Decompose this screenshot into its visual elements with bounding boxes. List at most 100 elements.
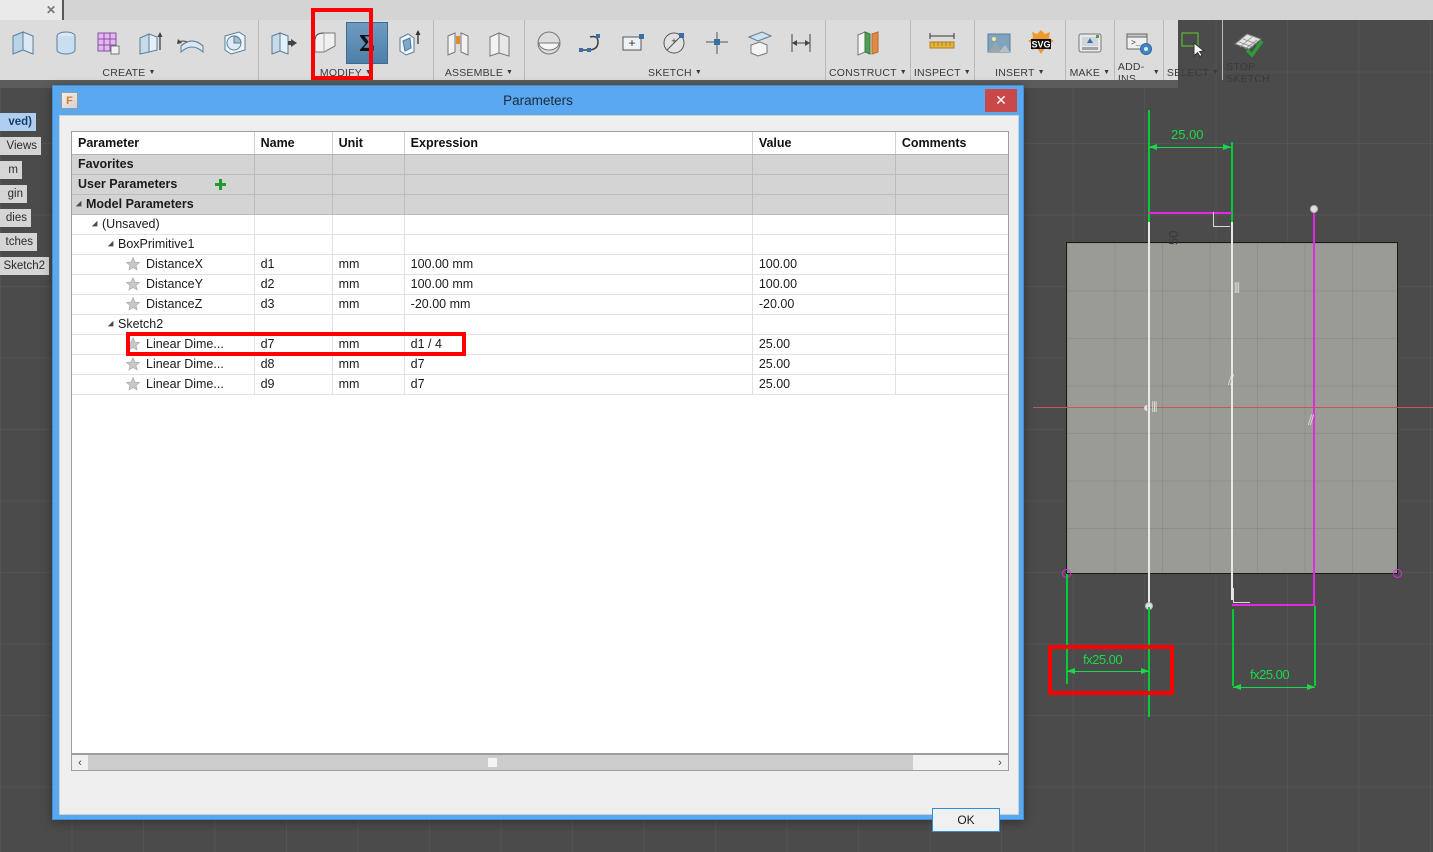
cell-comments[interactable] <box>895 194 1008 215</box>
column-header-expression[interactable]: Expression <box>404 132 753 155</box>
table-row[interactable]: Linear Dime... d7 mm d1 / 4 25.00 <box>72 334 1008 355</box>
favorite-star-icon[interactable] <box>126 257 140 272</box>
cell-name[interactable] <box>254 174 333 195</box>
ok-button[interactable]: OK <box>932 808 1000 832</box>
cell-parameter[interactable]: Linear Dime... <box>72 334 255 355</box>
browser-item-3[interactable]: gin <box>0 185 27 203</box>
3d-print-icon[interactable] <box>1069 22 1111 64</box>
point-icon[interactable] <box>696 22 738 64</box>
cell-value[interactable] <box>752 314 896 335</box>
coincident-constraint-icon[interactable]: ◐⫴ <box>1143 400 1157 414</box>
cell-expression[interactable] <box>404 154 753 175</box>
close-icon[interactable]: ✕ <box>46 3 56 17</box>
cell-expression[interactable]: -20.00 mm <box>404 294 753 315</box>
joint-icon[interactable] <box>479 22 521 64</box>
scrollbar-grip[interactable] <box>488 758 497 767</box>
chevron-down-icon[interactable]: ▼ <box>900 69 907 76</box>
perpendicular-constraint-icon-bottom[interactable] <box>1233 588 1250 603</box>
chevron-down-icon[interactable]: ▼ <box>1153 69 1160 76</box>
select-cursor-icon[interactable] <box>1172 22 1214 64</box>
cell-expression[interactable] <box>404 214 753 235</box>
cell-parameter[interactable]: DistanceY <box>72 274 255 295</box>
cell-name[interactable]: d3 <box>254 294 333 315</box>
column-header-comments[interactable]: Comments <box>895 132 1008 155</box>
cell-name[interactable] <box>254 194 333 215</box>
rectangle-icon[interactable]: + <box>612 22 654 64</box>
expand-caret-icon[interactable] <box>91 220 101 229</box>
cell-expression[interactable] <box>404 174 753 195</box>
cell-name[interactable]: d2 <box>254 274 333 295</box>
new-component-icon[interactable] <box>437 22 479 64</box>
fillet-icon[interactable] <box>304 22 346 64</box>
favorite-star-icon[interactable] <box>126 297 140 312</box>
cell-name[interactable]: d8 <box>254 354 333 375</box>
box-primitive-icon[interactable] <box>171 22 213 64</box>
cell-value[interactable]: 25.00 <box>752 354 896 375</box>
table-row[interactable]: (Unsaved) <box>72 214 1008 235</box>
cell-value[interactable]: 25.00 <box>752 334 896 355</box>
extrude-icon[interactable] <box>3 22 45 64</box>
cell-unit[interactable]: mm <box>332 254 405 275</box>
cell-parameter[interactable]: Sketch2 <box>72 314 255 335</box>
cell-comments[interactable] <box>895 354 1008 375</box>
cell-parameter[interactable]: Model Parameters <box>72 194 255 215</box>
cell-name[interactable] <box>254 154 333 175</box>
bottom-right-dimension-text[interactable]: fx25.00 <box>1250 667 1290 682</box>
table-row[interactable]: Linear Dime... d9 mm d7 25.00 <box>72 374 1008 395</box>
cell-expression[interactable]: 100.00 mm <box>404 254 753 275</box>
cell-unit[interactable] <box>332 194 405 215</box>
cell-comments[interactable] <box>895 214 1008 235</box>
table-row[interactable]: Sketch2 <box>72 314 1008 335</box>
favorite-star-icon[interactable] <box>126 377 140 392</box>
favorite-star-icon[interactable] <box>126 357 140 372</box>
cell-comments[interactable] <box>895 374 1008 395</box>
cell-parameter[interactable]: DistanceX <box>72 254 255 275</box>
sketch-dimension-icon[interactable] <box>780 22 822 64</box>
scrollbar-track[interactable] <box>88 755 992 770</box>
sweep-icon[interactable] <box>87 22 129 64</box>
add-parameter-icon[interactable] <box>215 179 227 191</box>
cell-expression[interactable] <box>404 234 753 255</box>
sketch-point-top[interactable] <box>1310 205 1318 213</box>
table-row[interactable]: DistanceY d2 mm 100.00 mm 100.00 <box>72 274 1008 295</box>
cell-name[interactable] <box>254 214 333 235</box>
table-row[interactable]: Favorites <box>72 154 1008 175</box>
chevron-down-icon[interactable]: ▼ <box>365 69 372 76</box>
cell-parameter[interactable]: BoxPrimitive1 <box>72 234 255 255</box>
cell-name[interactable]: d9 <box>254 374 333 395</box>
expand-caret-icon[interactable] <box>107 240 117 249</box>
parameters-table-container[interactable]: Parameter Name Unit Expression Value Com… <box>71 131 1009 754</box>
press-pull-icon[interactable] <box>262 22 304 64</box>
revolve-icon[interactable] <box>45 22 87 64</box>
cell-value[interactable] <box>752 234 896 255</box>
favorite-star-icon[interactable] <box>126 337 140 352</box>
sketch-profile-bottom[interactable] <box>1232 604 1315 606</box>
cell-parameter[interactable]: (Unsaved) <box>72 214 255 235</box>
cell-expression[interactable]: 100.00 mm <box>404 274 753 295</box>
cell-comments[interactable] <box>895 314 1008 335</box>
shell-icon[interactable] <box>388 22 430 64</box>
cell-value[interactable] <box>752 154 896 175</box>
cell-parameter[interactable]: Linear Dime... <box>72 374 255 395</box>
column-header-name[interactable]: Name <box>254 132 333 155</box>
cell-value[interactable]: 100.00 <box>752 254 896 275</box>
browser-item-4[interactable]: dies <box>0 209 31 227</box>
cell-unit[interactable] <box>332 154 405 175</box>
cell-name[interactable] <box>254 314 333 335</box>
favorite-star-icon[interactable] <box>126 277 140 292</box>
cell-unit[interactable] <box>332 234 405 255</box>
document-tab[interactable]: ✕ <box>0 0 62 20</box>
cell-expression[interactable]: d1 / 4 <box>404 334 753 355</box>
cell-value[interactable] <box>752 194 896 215</box>
cell-parameter[interactable]: Favorites <box>72 154 255 175</box>
cell-name[interactable]: d1 <box>254 254 333 275</box>
sketch-plane-icon[interactable] <box>528 22 570 64</box>
cell-unit[interactable]: mm <box>332 354 405 375</box>
cell-unit[interactable] <box>332 314 405 335</box>
browser-item-5[interactable]: tches <box>0 233 37 251</box>
scroll-right-icon[interactable]: › <box>992 755 1008 770</box>
insert-image-icon[interactable] <box>978 22 1020 64</box>
close-icon[interactable]: ✕ <box>985 89 1017 112</box>
cell-expression[interactable] <box>404 314 753 335</box>
parallel-constraint-icon-1[interactable]: ⫽ <box>1228 373 1234 387</box>
